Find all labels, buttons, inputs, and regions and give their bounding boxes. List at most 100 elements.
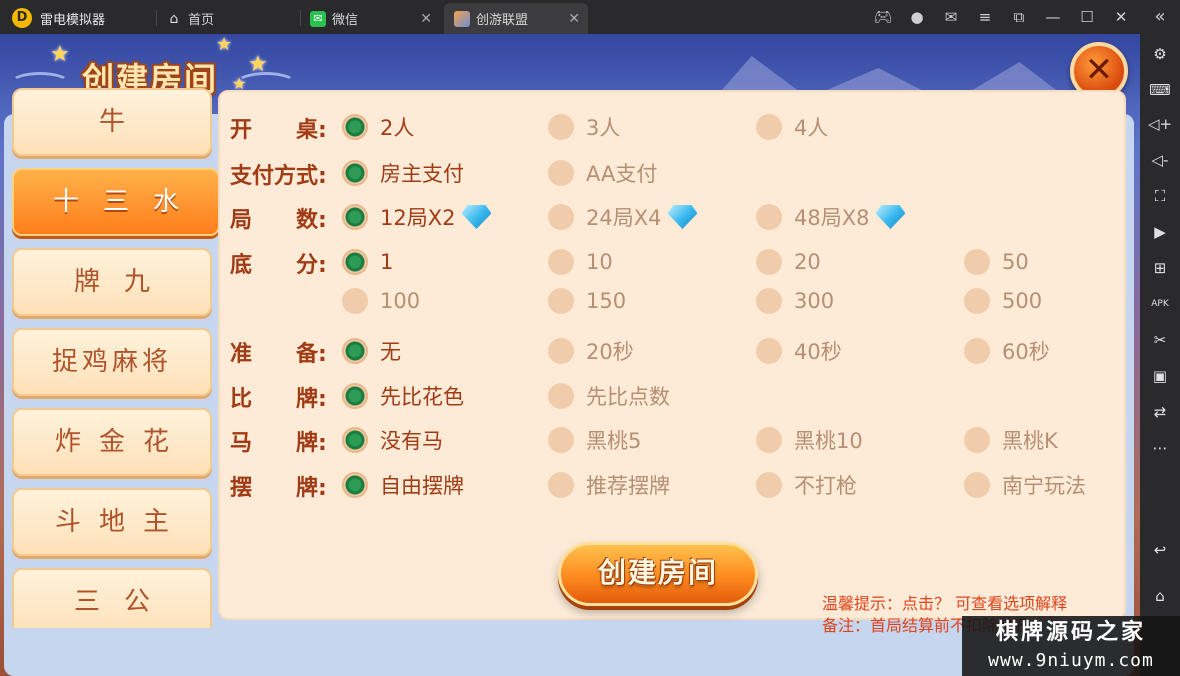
radio-unselected bbox=[548, 427, 574, 453]
volume-down-icon[interactable]: ◁- bbox=[1148, 148, 1172, 172]
radio-unselected bbox=[548, 472, 574, 498]
radio-unselected bbox=[548, 160, 574, 186]
fullscreen-icon[interactable]: ⛶ bbox=[1148, 184, 1172, 208]
game-app-icon bbox=[454, 10, 470, 27]
menu-item-niuniu[interactable]: 牛 牛 bbox=[12, 88, 212, 201]
row-label-payment: 支付方式: bbox=[230, 164, 327, 189]
collapse-sidebar-icon[interactable]: « bbox=[1147, 4, 1173, 30]
option-ready-60s[interactable]: 60秒 bbox=[964, 336, 1050, 366]
option-horse-spade10[interactable]: 黑桃10 bbox=[756, 425, 863, 455]
menu-item-zhajinhua[interactable]: 炸金花 bbox=[12, 408, 212, 476]
menu-item-zhuoji-majiang[interactable]: 捉鸡麻将 bbox=[12, 328, 212, 396]
tab-divider bbox=[156, 10, 157, 26]
radio-unselected bbox=[756, 472, 782, 498]
radio-unselected bbox=[964, 472, 990, 498]
minimize-icon[interactable]: — bbox=[1042, 6, 1064, 28]
option-ready-20s[interactable]: 20秒 bbox=[548, 336, 634, 366]
settings-icon[interactable]: ⚙ bbox=[1148, 42, 1172, 66]
watermark: 棋牌源码之家 www.9niuym.com bbox=[962, 616, 1180, 676]
option-ready-none[interactable]: 无 bbox=[342, 336, 401, 366]
game-type-menu: 牛 牛 十三水 牌九 捉鸡麻将 炸金花 斗地主 三公 bbox=[8, 88, 218, 628]
option-score-1[interactable]: 1 bbox=[342, 247, 393, 277]
add-app-icon[interactable]: ⊞ bbox=[1148, 256, 1172, 280]
star-icon: ★ bbox=[216, 34, 233, 55]
option-arrange-no-gun[interactable]: 不打枪 bbox=[756, 470, 857, 500]
option-arrange-nanning[interactable]: 南宁玩法 bbox=[964, 470, 1086, 500]
option-horse-spade5[interactable]: 黑桃5 bbox=[548, 425, 641, 455]
tab-home[interactable]: ⌂ 首页 bbox=[166, 3, 294, 34]
radio-unselected bbox=[964, 249, 990, 275]
tab-divider bbox=[300, 10, 301, 26]
tab-wechat[interactable]: ✉ 微信 ✕ bbox=[310, 3, 440, 34]
option-ready-40s[interactable]: 40秒 bbox=[756, 336, 842, 366]
radio-selected bbox=[342, 383, 368, 409]
option-horse-spadek[interactable]: 黑桃K bbox=[964, 425, 1058, 455]
radio-unselected bbox=[548, 204, 574, 230]
scissors-icon[interactable]: ✂ bbox=[1148, 328, 1172, 352]
option-players-4[interactable]: 4人 bbox=[756, 112, 828, 142]
radio-unselected bbox=[964, 288, 990, 314]
record-icon[interactable]: ▶ bbox=[1148, 220, 1172, 244]
menu-item-paijiu[interactable]: 牌九 bbox=[12, 248, 212, 316]
back-icon[interactable]: ↩ bbox=[1148, 538, 1172, 562]
volume-up-icon[interactable]: ◁+ bbox=[1148, 112, 1172, 136]
menu-icon[interactable]: ≡ bbox=[974, 6, 996, 28]
menu-item-shisanshui[interactable]: 十三水 bbox=[12, 168, 218, 236]
radio-unselected bbox=[756, 338, 782, 364]
option-compare-points[interactable]: 先比点数 bbox=[548, 381, 670, 411]
radio-unselected bbox=[964, 427, 990, 453]
radio-selected bbox=[342, 114, 368, 140]
create-room-button[interactable]: 创建房间 bbox=[558, 542, 758, 606]
home-nav-icon[interactable]: ⌂ bbox=[1148, 584, 1172, 608]
option-rounds-12[interactable]: 12局X2 bbox=[342, 202, 492, 232]
radio-unselected bbox=[756, 204, 782, 230]
video-icon[interactable]: ▣ bbox=[1148, 364, 1172, 388]
sync-icon[interactable]: ⇄ bbox=[1148, 400, 1172, 424]
option-payment-host[interactable]: 房主支付 bbox=[342, 158, 464, 188]
close-tab-icon[interactable]: ✕ bbox=[568, 11, 580, 27]
gamepad-icon[interactable]: 🎮︎ bbox=[872, 6, 894, 28]
close-window-icon[interactable]: ✕ bbox=[1110, 6, 1132, 28]
option-players-3[interactable]: 3人 bbox=[548, 112, 620, 142]
option-score-50[interactable]: 50 bbox=[964, 247, 1029, 277]
title-bar: D 雷电模拟器 ⌂ 首页 ✉ 微信 ✕ 创游联盟 ✕ 🎮︎ ● ✉ ≡ ⧉ — … bbox=[0, 0, 1180, 34]
option-score-20[interactable]: 20 bbox=[756, 247, 821, 277]
option-horse-none[interactable]: 没有马 bbox=[342, 425, 443, 455]
radio-unselected bbox=[342, 288, 368, 314]
close-tab-icon[interactable]: ✕ bbox=[420, 11, 432, 27]
option-score-10[interactable]: 10 bbox=[548, 247, 613, 277]
more-icon[interactable]: ⋯ bbox=[1148, 436, 1172, 460]
option-score-500[interactable]: 500 bbox=[964, 286, 1042, 316]
option-payment-aa[interactable]: AA支付 bbox=[548, 158, 657, 188]
row-label-players: 开 桌: bbox=[230, 118, 327, 143]
multi-window-icon[interactable]: ⧉ bbox=[1008, 6, 1030, 28]
tab-game[interactable]: 创游联盟 ✕ bbox=[444, 3, 588, 34]
option-arrange-free[interactable]: 自由摆牌 bbox=[342, 470, 464, 500]
wechat-icon: ✉ bbox=[310, 10, 326, 27]
option-score-300[interactable]: 300 bbox=[756, 286, 834, 316]
keyboard-icon[interactable]: ⌨ bbox=[1148, 78, 1172, 102]
option-arrange-recommend[interactable]: 推荐摆牌 bbox=[548, 470, 670, 500]
row-label-horse-card: 马 牌: bbox=[230, 431, 327, 456]
apk-install-icon[interactable]: APK bbox=[1148, 292, 1172, 316]
account-icon[interactable]: ● bbox=[906, 6, 928, 28]
mail-icon[interactable]: ✉ bbox=[940, 6, 962, 28]
radio-selected bbox=[342, 427, 368, 453]
option-compare-suit[interactable]: 先比花色 bbox=[342, 381, 464, 411]
option-players-2[interactable]: 2人 bbox=[342, 112, 414, 142]
diamond-icon bbox=[875, 205, 906, 229]
maximize-icon[interactable]: ☐ bbox=[1076, 6, 1098, 28]
tab-label: 创游联盟 bbox=[476, 13, 529, 28]
row-label-arrange: 摆 牌: bbox=[230, 476, 327, 501]
option-score-100[interactable]: 100 bbox=[342, 286, 420, 316]
menu-item-doudizhu[interactable]: 斗地主 bbox=[12, 488, 212, 556]
star-icon: ★ bbox=[248, 52, 268, 77]
radio-selected bbox=[342, 249, 368, 275]
option-rounds-24[interactable]: 24局X4 bbox=[548, 202, 698, 232]
radio-selected bbox=[342, 204, 368, 230]
menu-item-sangong[interactable]: 三公 bbox=[12, 568, 212, 628]
option-rounds-48[interactable]: 48局X8 bbox=[756, 202, 906, 232]
room-options-panel: 开 桌: 2人 3人 4人 支付方式: 房主支付 AA支付 局 数: 12局X2… bbox=[218, 90, 1126, 620]
diamond-icon bbox=[667, 205, 698, 229]
option-score-150[interactable]: 150 bbox=[548, 286, 626, 316]
